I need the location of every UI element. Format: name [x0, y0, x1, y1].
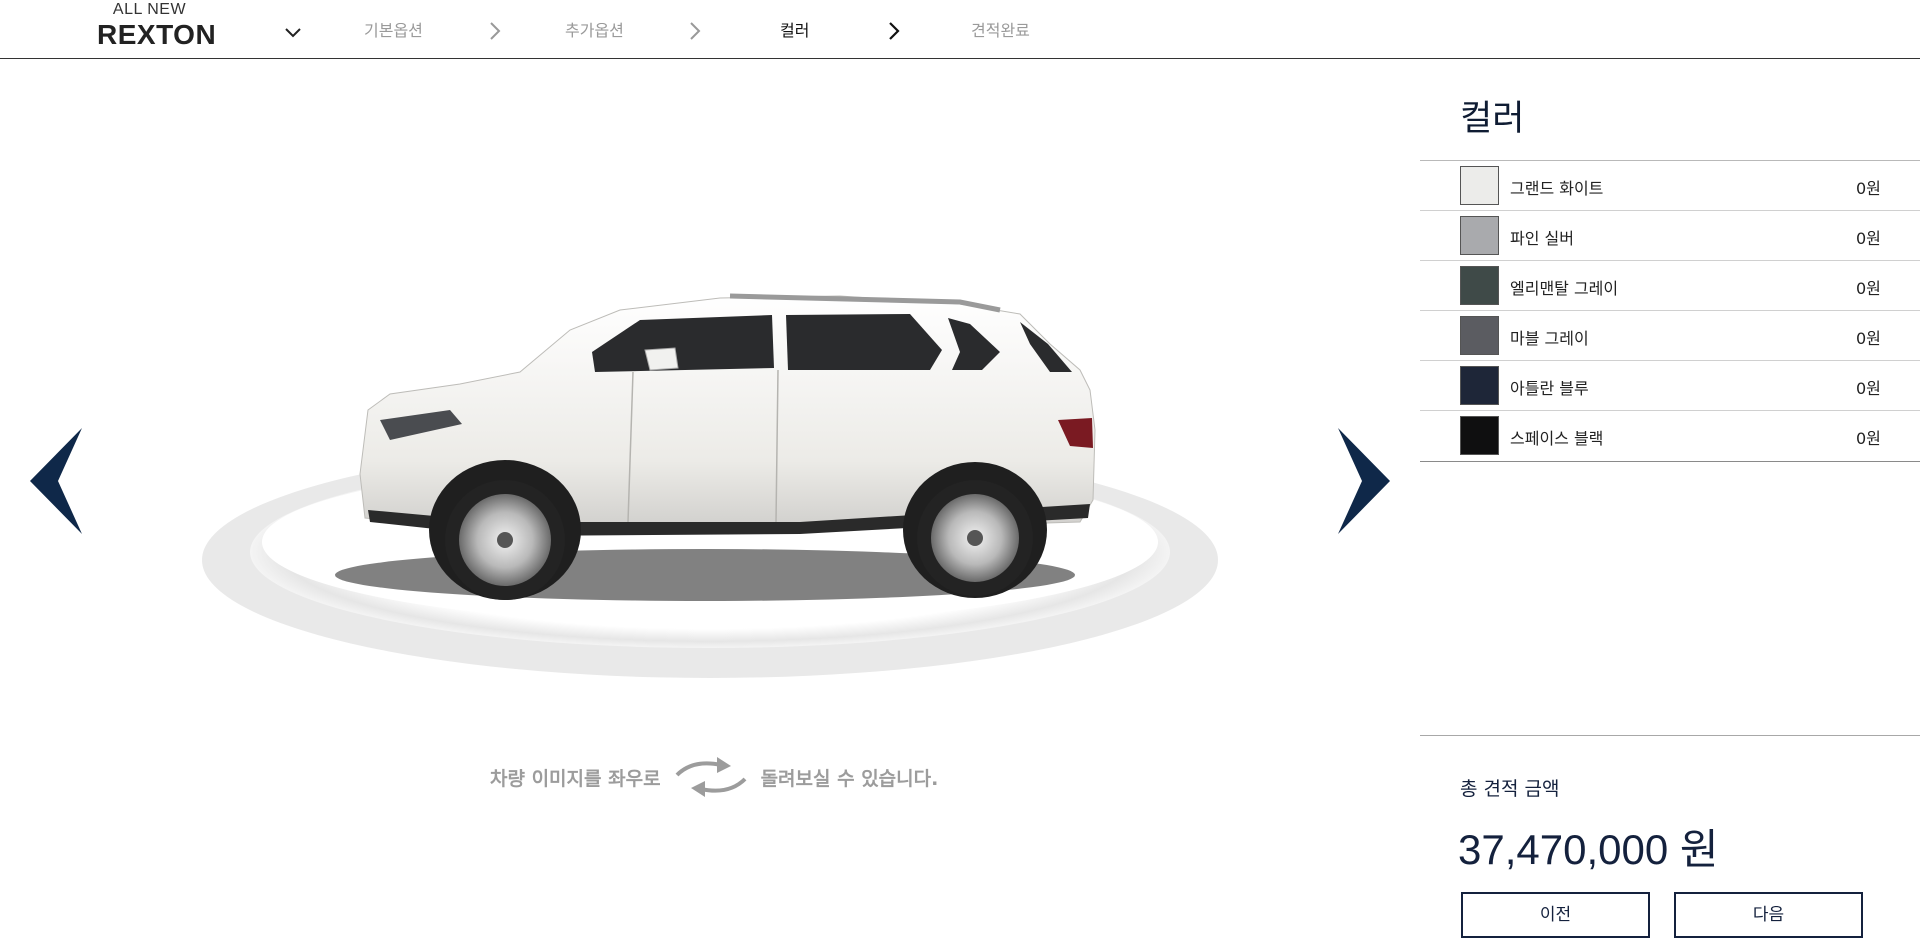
chevron-right-icon: [889, 22, 900, 40]
color-swatch[interactable]: [1460, 416, 1499, 455]
chevron-right-icon: [490, 22, 501, 40]
rexton-logo[interactable]: ALL NEW REXTON: [97, 1, 216, 51]
color-name: 아틀란 블루: [1510, 379, 1589, 398]
color-name: 스페이스 블랙: [1510, 429, 1604, 448]
rotate-hint-left-text: 차량 이미지를 좌우로: [490, 767, 661, 790]
color-price: 0원: [1856, 379, 1881, 398]
color-name: 파인 실버: [1510, 229, 1574, 248]
total-amount: 37,470,000 원: [1458, 826, 1719, 873]
color-price: 0원: [1856, 229, 1881, 248]
color-price: 0원: [1856, 329, 1881, 348]
color-option-space-black[interactable]: 스페이스 블랙 0원: [1420, 411, 1920, 461]
logo-subtitle: ALL NEW: [112, 1, 187, 18]
chevron-right-icon[interactable]: [1338, 426, 1398, 536]
color-name: 그랜드 화이트: [1510, 179, 1604, 198]
chevron-down-icon[interactable]: [282, 22, 304, 44]
color-option-grand-white[interactable]: 그랜드 화이트 0원: [1420, 161, 1920, 211]
color-option-marble-gray[interactable]: 마블 그레이 0원: [1420, 311, 1920, 361]
total-label: 총 견적 금액: [1460, 778, 1560, 800]
top-header: ALL NEW REXTON 기본옵션 추가옵션 컬러 견적완료: [0, 0, 1920, 59]
color-list: 그랜드 화이트 0원 파인 실버 0원 엘리맨탈 그레이 0원 마블 그레이 0…: [1420, 160, 1920, 462]
panel-title: 컬러: [1460, 99, 1525, 139]
step-additional-options[interactable]: 추가옵션: [565, 20, 624, 42]
rotate-hint-right-text: 돌려보실 수 있습니다.: [760, 767, 939, 790]
color-swatch[interactable]: [1460, 216, 1499, 255]
color-option-fine-silver[interactable]: 파인 실버 0원: [1420, 211, 1920, 261]
step-quote-complete[interactable]: 견적완료: [971, 20, 1030, 42]
total-estimate: 총 견적 금액 37,470,000 원: [1420, 735, 1920, 873]
color-option-atlantic-blue[interactable]: 아틀란 블루 0원: [1420, 361, 1920, 411]
color-price: 0원: [1856, 179, 1881, 198]
color-panel: 컬러 그랜드 화이트 0원 파인 실버 0원 엘리맨탈 그레이 0원 마블 그레…: [1420, 60, 1920, 940]
color-name: 마블 그레이: [1510, 329, 1589, 348]
color-swatch[interactable]: [1460, 316, 1499, 355]
color-swatch[interactable]: [1460, 266, 1499, 305]
step-basic-options[interactable]: 기본옵션: [364, 20, 423, 42]
rotate-hint: 차량 이미지를 좌우로 돌려보실 수 있습니다.: [490, 753, 938, 801]
rotate-arrows-icon: [675, 757, 746, 797]
chevron-right-icon: [690, 22, 701, 40]
next-button[interactable]: 다음: [1674, 892, 1863, 938]
prev-button[interactable]: 이전: [1461, 892, 1650, 938]
car-image[interactable]: [200, 260, 1220, 740]
color-swatch[interactable]: [1460, 366, 1499, 405]
step-color[interactable]: 컬러: [780, 20, 809, 42]
color-name: 엘리맨탈 그레이: [1510, 279, 1619, 298]
chevron-left-icon[interactable]: [22, 426, 82, 536]
car-viewer: 차량 이미지를 좌우로 돌려보실 수 있습니다.: [0, 60, 1420, 940]
logo-title: REXTON: [97, 19, 217, 50]
color-price: 0원: [1856, 279, 1881, 298]
color-price: 0원: [1856, 429, 1881, 448]
color-swatch[interactable]: [1460, 166, 1499, 205]
color-option-elemental-gray[interactable]: 엘리맨탈 그레이 0원: [1420, 261, 1920, 311]
